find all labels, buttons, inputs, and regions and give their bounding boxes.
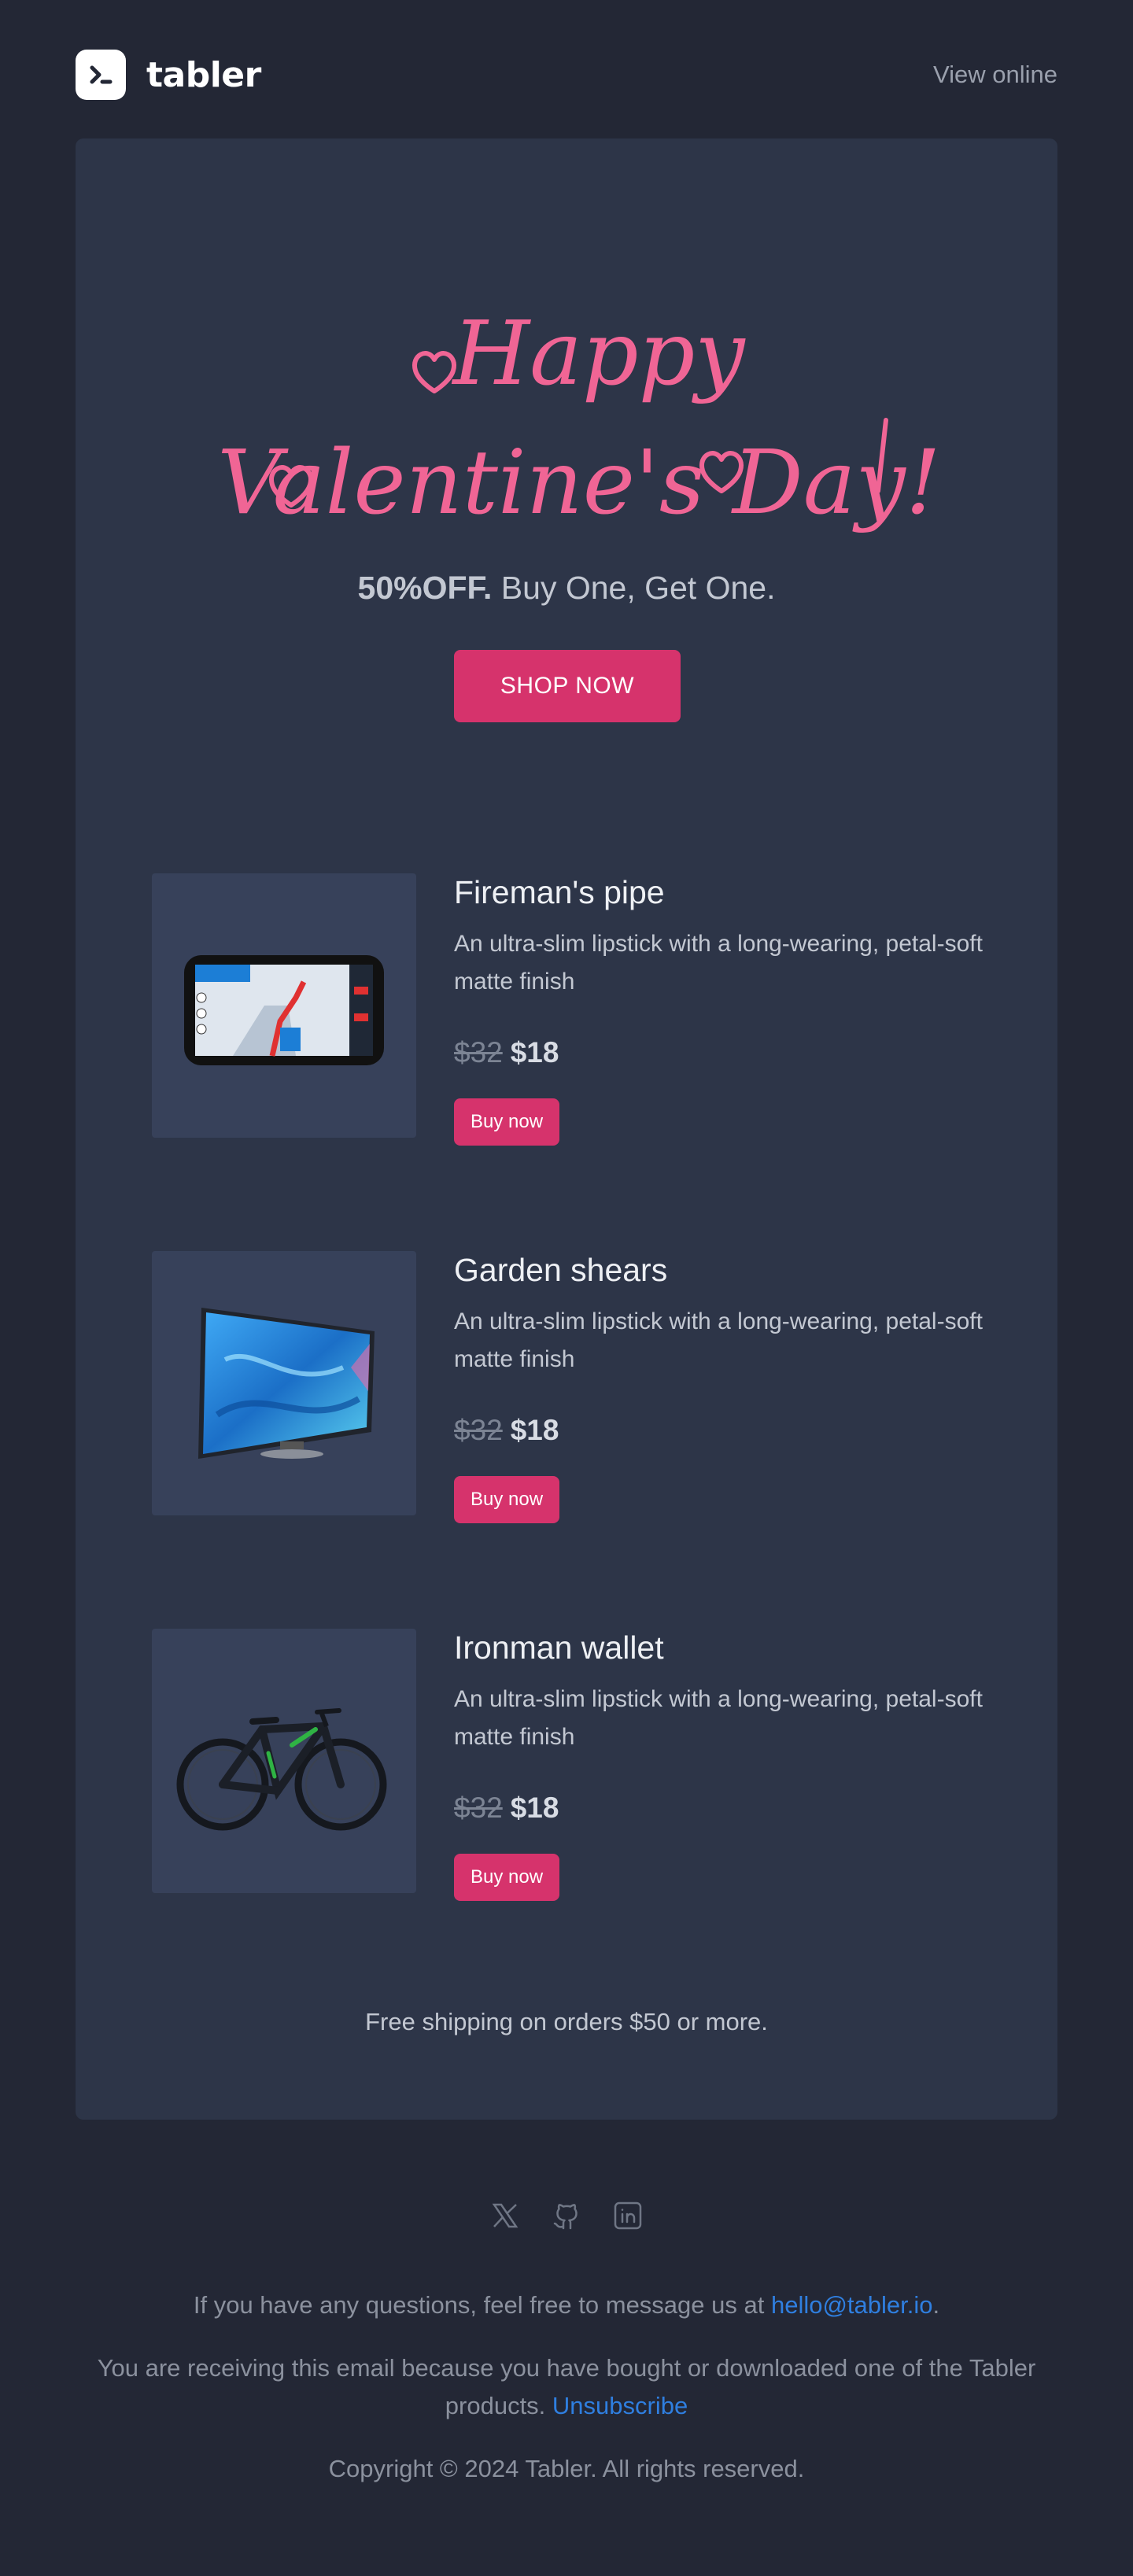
x-icon[interactable] (488, 2198, 522, 2233)
email-page: tabler View online Happy Valentine's Day… (0, 0, 1133, 2576)
buy-now-button[interactable]: Buy now (454, 1854, 559, 1901)
product-price: $32 $18 (454, 1789, 986, 1827)
product-info: Garden shears An ultra-slim lipstick wit… (454, 1251, 986, 1523)
contact-end: . (932, 2291, 940, 2319)
promo-text: 50%OFF. Buy One, Get One. (76, 570, 1057, 607)
tabler-logo-icon (76, 50, 126, 100)
gps-navigator-image[interactable] (152, 873, 416, 1138)
buy-now-button[interactable]: Buy now (454, 1098, 559, 1146)
product-title: Ironman wallet (454, 1629, 664, 1666)
contact-text: If you have any questions, feel free to … (193, 2291, 771, 2319)
subscription-line: You are receiving this email because you… (76, 2349, 1057, 2425)
buy-now-button[interactable]: Buy now (454, 1476, 559, 1523)
shop-now-button[interactable]: SHOP NOW (454, 650, 681, 722)
product-price: $32 $18 (454, 1412, 986, 1449)
email-header: tabler View online (76, 49, 1057, 101)
email-card: Happy Valentine's Day! 50%OFF. Buy One, … (76, 138, 1057, 2120)
product-title: Fireman's pipe (454, 874, 665, 910)
new-price: $18 (510, 1414, 559, 1446)
product-title: Garden shears (454, 1252, 668, 1288)
product-card: Fireman's pipe An ultra-slim lipstick wi… (152, 873, 986, 1166)
product-description: An ultra-slim lipstick with a long-weari… (454, 1308, 983, 1372)
product-description: An ultra-slim lipstick with a long-weari… (454, 931, 983, 995)
new-price: $18 (510, 1792, 559, 1824)
headline-line-1: Happy (451, 303, 746, 405)
linkedin-icon[interactable] (611, 2198, 645, 2233)
brand[interactable]: tabler (76, 50, 261, 100)
shipping-note: Free shipping on orders $50 or more. (365, 2008, 768, 2035)
copyright: Copyright © 2024 Tabler. All rights rese… (328, 2455, 805, 2482)
github-icon[interactable] (549, 2198, 584, 2233)
product-info: Fireman's pipe An ultra-slim lipstick wi… (454, 873, 986, 1146)
old-price: $32 (454, 1414, 503, 1446)
product-card: Garden shears An ultra-slim lipstick wit… (152, 1251, 986, 1544)
brand-name: tabler (146, 54, 261, 95)
bicycle-image[interactable] (152, 1629, 416, 1893)
promo-bold: 50%OFF. (357, 570, 493, 606)
product-description: An ultra-slim lipstick with a long-weari… (454, 1686, 983, 1750)
promo-rest: Buy One, Get One. (492, 570, 776, 606)
headline-line-2: Valentine's Day! (217, 432, 941, 534)
new-price: $18 (510, 1036, 559, 1068)
product-price: $32 $18 (454, 1034, 986, 1072)
social-links (0, 2198, 1133, 2233)
product-info: Ironman wallet An ultra-slim lipstick wi… (454, 1629, 986, 1901)
television-image[interactable] (152, 1251, 416, 1515)
old-price: $32 (454, 1036, 503, 1068)
old-price: $32 (454, 1792, 503, 1824)
contact-line: If you have any questions, feel free to … (76, 2286, 1057, 2324)
unsubscribe-link[interactable]: Unsubscribe (552, 2392, 688, 2419)
email-link[interactable]: hello@tabler.io (771, 2291, 933, 2319)
product-card: Ironman wallet An ultra-slim lipstick wi… (152, 1629, 986, 1921)
view-online-link[interactable]: View online (933, 61, 1057, 89)
